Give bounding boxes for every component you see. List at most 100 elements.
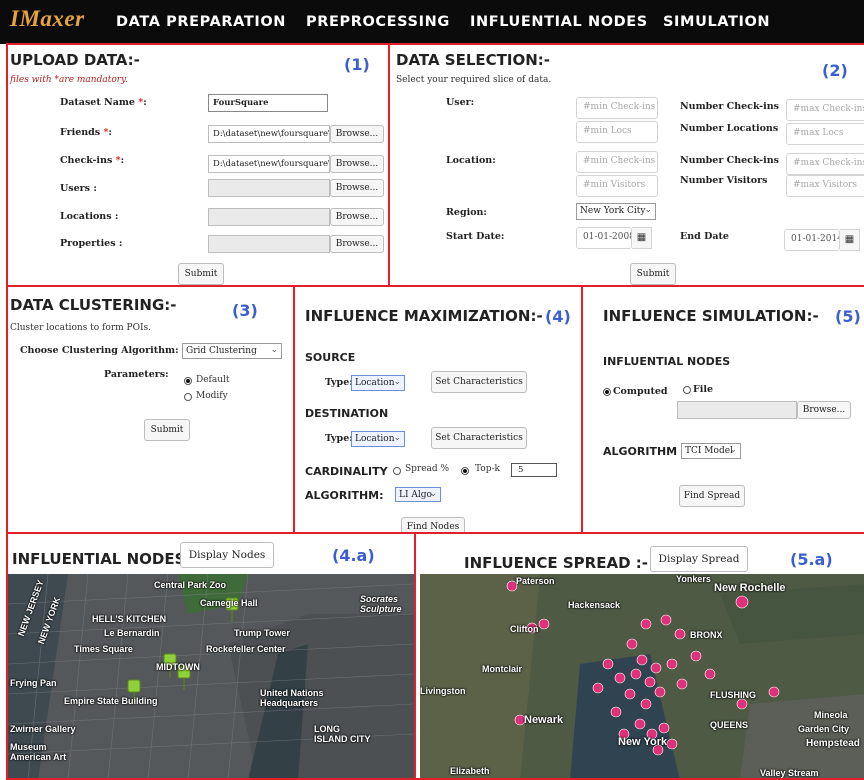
simulation-browse-button[interactable]: Browse... bbox=[797, 401, 851, 419]
clustering-title: DATA CLUSTERING:- bbox=[10, 296, 177, 314]
map-label: Yonkers bbox=[676, 574, 711, 584]
checkins-browse-button[interactable]: Browse... bbox=[330, 155, 384, 173]
user-max-locs-input[interactable]: #max Locs bbox=[786, 123, 864, 145]
nav-influential-nodes[interactable]: INFLUENTIAL NODES bbox=[470, 14, 648, 30]
location-min-visitors-input[interactable]: #min Visitors bbox=[576, 175, 658, 197]
nav-data-preparation[interactable]: DATA PREPARATION bbox=[116, 14, 286, 30]
calendar-icon[interactable]: ▦ bbox=[632, 227, 652, 249]
start-date-input[interactable]: 01-01-2008 bbox=[576, 227, 632, 249]
user-max-checkins-input[interactable]: #max Check-ins bbox=[786, 99, 864, 121]
locations-browse-button[interactable]: Browse... bbox=[330, 208, 384, 226]
modify-radio-label: Modify bbox=[196, 391, 228, 401]
number-locations-label: Number Locations bbox=[680, 123, 779, 134]
nav-preprocessing[interactable]: PREPROCESSING bbox=[306, 14, 450, 30]
source-type-select[interactable]: Location ⌄ bbox=[351, 375, 405, 391]
locations-label: Locations : bbox=[60, 211, 119, 222]
map-label: Trump Tower bbox=[234, 628, 290, 638]
find-spread-button[interactable]: Find Spread bbox=[679, 485, 745, 507]
map-label: MIDTOWN bbox=[156, 662, 200, 672]
clustering-submit-button[interactable]: Submit bbox=[144, 419, 190, 441]
users-browse-button[interactable]: Browse... bbox=[330, 179, 384, 197]
display-nodes-button[interactable]: Display Nodes bbox=[180, 542, 274, 568]
simulation-algorithm-select[interactable]: TCI Model ⌄ bbox=[681, 443, 741, 459]
default-radio[interactable] bbox=[184, 377, 192, 385]
maximization-algorithm-select[interactable]: LI Algo ⌄ bbox=[395, 487, 441, 502]
map-label: Empire State Building bbox=[64, 696, 158, 706]
map-label: Times Square bbox=[74, 644, 133, 654]
properties-label: Properties : bbox=[60, 238, 123, 249]
map-label: Hackensack bbox=[568, 600, 621, 610]
top-k-label: Top-k bbox=[475, 464, 500, 474]
location-max-checkins-input[interactable]: #max Check-ins bbox=[786, 153, 864, 175]
map-label: HELL'S KITCHEN bbox=[92, 614, 167, 624]
nav-simulation[interactable]: SIMULATION bbox=[663, 14, 770, 30]
nodes-map-number: (4.a) bbox=[332, 546, 375, 565]
user-label: User: bbox=[446, 97, 475, 108]
spread-percent-label: Spread % bbox=[405, 464, 450, 474]
user-min-locs-input[interactable]: #min Locs bbox=[576, 121, 658, 143]
map-label: Paterson bbox=[516, 576, 555, 586]
friends-browse-button[interactable]: Browse... bbox=[330, 125, 384, 143]
nodes-map[interactable]: Central Park Zoo Carnegie Hall HELL'S KI… bbox=[8, 574, 414, 778]
properties-file-input[interactable] bbox=[208, 235, 330, 253]
friends-file-input[interactable]: D:\dataset\new\foursquare\ bbox=[208, 125, 330, 143]
selection-submit-button[interactable]: Submit bbox=[630, 263, 676, 285]
simulation-title: INFLUENCE SIMULATION:- bbox=[603, 307, 819, 325]
nodes-map-title: INFLUENTIAL NODES bbox=[12, 550, 186, 568]
calendar-icon[interactable]: ▦ bbox=[840, 229, 860, 251]
location-min-checkins-input[interactable]: #min Check-ins bbox=[576, 151, 658, 173]
selection-desc: Select your required slice of data. bbox=[396, 75, 552, 85]
properties-browse-button[interactable]: Browse... bbox=[330, 235, 384, 253]
end-date-input[interactable]: 01-01-2014 bbox=[784, 229, 840, 251]
influence-simulation-panel: INFLUENCE SIMULATION:- (5) INFLUENTIAL N… bbox=[581, 285, 864, 534]
map-label: Hempstead bbox=[806, 738, 860, 749]
source-type-label: Type: bbox=[325, 377, 353, 388]
influence-spread-map-panel: INFLUENCE SPREAD :- Display Spread (5.a) bbox=[414, 532, 864, 780]
location-max-visitors-input[interactable]: #max Visitors bbox=[786, 175, 864, 197]
simulation-nodes-heading: INFLUENTIAL NODES bbox=[603, 355, 731, 368]
simulation-file-input[interactable] bbox=[677, 401, 797, 419]
clustering-algorithm-select[interactable]: Grid Clustering ⌄ bbox=[182, 343, 282, 359]
map-label: Carnegie Hall bbox=[200, 598, 258, 608]
locations-file-input[interactable] bbox=[208, 208, 330, 226]
users-label: Users : bbox=[60, 183, 97, 194]
map-label: BRONX bbox=[690, 630, 723, 640]
top-k-input[interactable]: 5 bbox=[511, 463, 557, 477]
dataset-name-input[interactable]: FourSquare bbox=[208, 94, 328, 112]
top-k-radio[interactable] bbox=[461, 467, 469, 475]
destination-type-select[interactable]: Location ⌄ bbox=[351, 431, 405, 447]
map-label: Central Park Zoo bbox=[154, 580, 227, 590]
maximization-number: (4) bbox=[545, 307, 571, 326]
modify-radio[interactable] bbox=[184, 393, 192, 401]
spread-map[interactable]: Yonkers New Rochelle Paterson Hackensack… bbox=[420, 574, 864, 778]
source-set-characteristics-button[interactable]: Set Characteristics bbox=[431, 371, 527, 393]
destination-type-label: Type: bbox=[325, 433, 353, 444]
spread-percent-radio[interactable] bbox=[393, 467, 401, 475]
user-number-checkins-label: Number Check-ins bbox=[680, 101, 779, 112]
file-radio[interactable] bbox=[683, 386, 691, 394]
data-selection-panel: DATA SELECTION:- (2) Select your require… bbox=[388, 43, 864, 287]
chevron-down-icon: ⌄ bbox=[729, 445, 737, 455]
region-select[interactable]: New York City ⌄ bbox=[576, 203, 656, 220]
maximization-title: INFLUENCE MAXIMIZATION:- bbox=[305, 307, 543, 325]
map-label: Mineola bbox=[814, 710, 848, 720]
destination-set-characteristics-button[interactable]: Set Characteristics bbox=[431, 427, 527, 449]
checkins-file-input[interactable]: D:\dataset\new\foursquare\ bbox=[208, 155, 330, 173]
map-label: QUEENS bbox=[710, 720, 749, 730]
influential-nodes-map-panel: INFLUENTIAL NODES Display Nodes (4.a) Ce… bbox=[6, 532, 416, 780]
default-radio-label: Default bbox=[196, 375, 230, 385]
user-min-checkins-input[interactable]: #min Check-ins bbox=[576, 97, 658, 119]
app-logo[interactable]: IMaxer bbox=[10, 6, 85, 32]
map-label: Garden City bbox=[798, 724, 850, 734]
clustering-number: (3) bbox=[232, 301, 258, 320]
influence-maximization-panel: INFLUENCE MAXIMIZATION:- (4) SOURCE Type… bbox=[293, 285, 583, 534]
computed-radio[interactable] bbox=[603, 388, 611, 396]
map-label: Clifton bbox=[510, 624, 539, 634]
display-spread-button[interactable]: Display Spread bbox=[650, 546, 748, 572]
map-label: Rockefeller Center bbox=[206, 644, 286, 654]
users-file-input[interactable] bbox=[208, 179, 330, 197]
choose-algorithm-label: Choose Clustering Algorithm: bbox=[20, 345, 179, 356]
map-label: Museum American Art bbox=[10, 742, 67, 762]
end-date-label: End Date bbox=[680, 231, 729, 242]
upload-submit-button[interactable]: Submit bbox=[178, 263, 224, 285]
